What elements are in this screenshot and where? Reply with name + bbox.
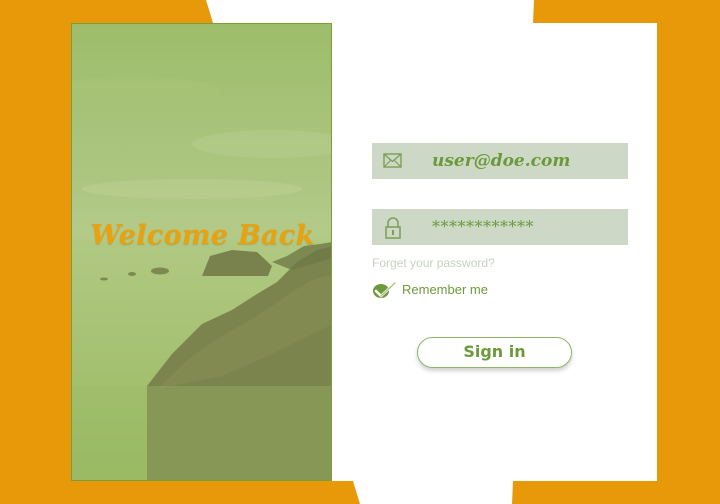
sign-in-button[interactable]: Sign in	[417, 337, 572, 368]
remember-me-toggle[interactable]: Remember me	[372, 280, 512, 300]
email-field[interactable]: user@doe.com	[372, 143, 628, 179]
remember-me-label: Remember me	[402, 282, 488, 297]
password-value: ************	[432, 217, 534, 236]
mail-icon	[382, 151, 404, 171]
email-value: user@doe.com	[432, 151, 571, 171]
password-field[interactable]: ************	[372, 209, 628, 245]
seascape-image	[72, 24, 331, 480]
lock-icon	[382, 217, 404, 239]
welcome-title: Welcome Back	[90, 220, 315, 251]
hero-image-panel: Welcome Back	[71, 23, 332, 481]
forgot-password-link[interactable]: Forget your password?	[372, 256, 495, 270]
checkmark-icon[interactable]	[372, 280, 398, 305]
